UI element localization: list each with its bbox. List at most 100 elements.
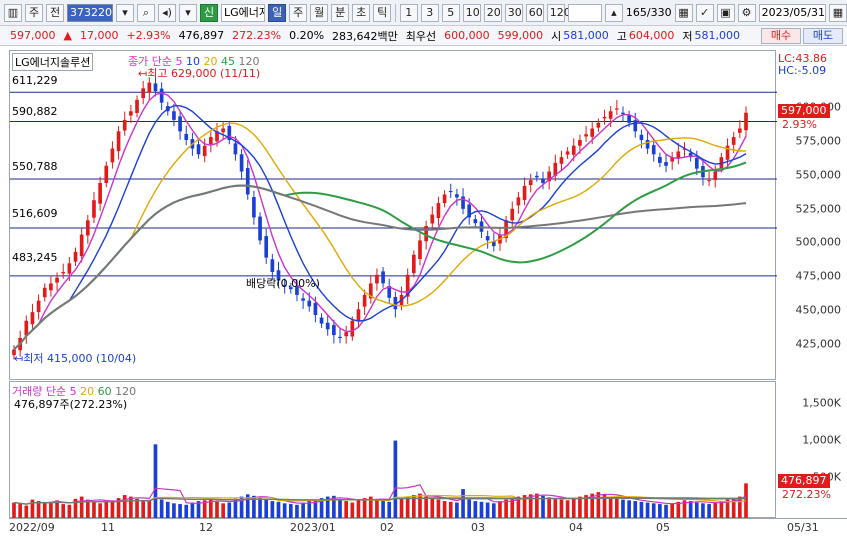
volume-bar bbox=[135, 498, 139, 519]
candle-body bbox=[178, 116, 182, 132]
candle-body bbox=[418, 240, 422, 260]
grid-icon[interactable]: ▦ bbox=[674, 3, 693, 22]
volume-bar bbox=[375, 499, 379, 519]
current-price-pct: 2.93% bbox=[782, 118, 817, 131]
period-120[interactable]: 120 bbox=[546, 3, 571, 22]
volume-bar bbox=[227, 502, 232, 519]
y-tick: 525,000 bbox=[795, 202, 842, 216]
high-label: 고 bbox=[616, 29, 627, 43]
volume-bar bbox=[215, 501, 219, 519]
separator bbox=[395, 3, 396, 22]
price-chart-pane[interactable]: LG에너지솔루션 종가 단순 5 10 20 45 120 ↤최고 629,00… bbox=[9, 50, 777, 380]
period-10[interactable]: 10 bbox=[462, 3, 481, 22]
save-icon[interactable]: ▣ bbox=[716, 3, 735, 22]
tab-minute[interactable]: 분 bbox=[331, 3, 350, 22]
volume-bar bbox=[670, 503, 675, 519]
volume-bar bbox=[658, 504, 662, 519]
low-label: 저 bbox=[682, 29, 693, 43]
date-input[interactable]: 2023/05/31 bbox=[758, 3, 826, 22]
volume-bar bbox=[159, 499, 164, 519]
candle-body bbox=[375, 274, 379, 284]
candle-body bbox=[602, 117, 607, 119]
volume-bar bbox=[430, 498, 435, 519]
sell-button[interactable]: 매도 bbox=[803, 28, 843, 44]
tab-sin[interactable]: 신 bbox=[200, 3, 218, 22]
volume-bar bbox=[67, 504, 72, 519]
best-ask: 600,000 bbox=[444, 29, 490, 42]
candle-body bbox=[627, 114, 631, 123]
volume-bar bbox=[713, 502, 718, 519]
volume-tag-pct: 272.23% bbox=[782, 488, 831, 501]
tab-week[interactable]: 주 bbox=[289, 3, 308, 22]
candle-body bbox=[362, 294, 367, 307]
candle-body bbox=[633, 120, 638, 132]
period-20[interactable]: 20 bbox=[483, 3, 502, 22]
tab-day[interactable]: 일 bbox=[268, 3, 287, 22]
market-jeon-button[interactable]: 전 bbox=[46, 3, 64, 22]
period-1[interactable]: 1 bbox=[399, 3, 418, 22]
tab-month[interactable]: 월 bbox=[310, 3, 329, 22]
calendar-icon[interactable]: ▦ bbox=[829, 3, 847, 22]
arrow-icon[interactable]: ▾ bbox=[179, 3, 197, 22]
y-tick: 425,000 bbox=[795, 337, 842, 351]
tab-tick[interactable]: 틱 bbox=[373, 3, 392, 22]
volume-bar bbox=[387, 501, 392, 519]
candle-body bbox=[36, 300, 41, 313]
volume-bar bbox=[541, 495, 545, 519]
candle-body bbox=[141, 88, 146, 99]
volume-bar bbox=[504, 499, 508, 519]
volume-bar bbox=[178, 504, 182, 519]
volume-bar bbox=[485, 502, 490, 519]
sound-icon[interactable]: ◂) bbox=[158, 3, 176, 22]
candle-body bbox=[571, 145, 576, 155]
candle-body bbox=[528, 180, 533, 186]
x-tick: 02 bbox=[380, 521, 394, 534]
volume-bar bbox=[104, 501, 109, 519]
period-30[interactable]: 30 bbox=[504, 3, 523, 22]
hline-label-4: 516,609 bbox=[12, 207, 58, 220]
volume-bar bbox=[61, 504, 66, 519]
buy-button[interactable]: 매수 bbox=[761, 28, 801, 44]
hline-label-5: 483,245 bbox=[12, 251, 58, 264]
volume-bar bbox=[153, 444, 158, 519]
candle-body bbox=[590, 128, 595, 137]
candle-body bbox=[319, 317, 324, 324]
x-axis: 2022/09 11 12 2023/01 02 03 04 05 05/31 bbox=[9, 518, 847, 543]
volume-bar bbox=[221, 503, 225, 519]
stock-title-label: LG에너지솔루션 bbox=[12, 53, 94, 71]
volume-bar bbox=[442, 501, 447, 519]
candle-body bbox=[707, 180, 711, 182]
candle-body bbox=[436, 203, 441, 219]
volume-bar bbox=[498, 501, 502, 519]
period-60[interactable]: 60 bbox=[525, 3, 544, 22]
period-input[interactable] bbox=[567, 3, 602, 22]
check-icon[interactable]: ✓ bbox=[695, 3, 714, 22]
gear-icon[interactable]: ⚙ bbox=[737, 3, 756, 22]
code-dropdown-icon[interactable]: ▾ bbox=[116, 3, 134, 22]
hline-label-3: 550,788 bbox=[12, 160, 58, 173]
period-5[interactable]: 5 bbox=[441, 3, 460, 22]
vol-y-tick: 1,500K bbox=[802, 396, 841, 410]
candle-body bbox=[61, 271, 66, 274]
period-3[interactable]: 3 bbox=[420, 3, 439, 22]
tab-second[interactable]: 초 bbox=[352, 3, 371, 22]
candle-body bbox=[448, 191, 453, 193]
stock-code-input[interactable]: 373220 bbox=[67, 3, 113, 22]
volume-bar bbox=[701, 503, 705, 519]
volume-tag: 476,897 bbox=[778, 474, 830, 488]
volume-bar bbox=[258, 498, 262, 519]
volume-bar bbox=[12, 502, 16, 519]
candle-body bbox=[202, 145, 207, 157]
candle-body bbox=[455, 194, 459, 198]
volume-bar bbox=[651, 503, 656, 519]
x-tick: 11 bbox=[101, 521, 115, 534]
period-spin-icon[interactable]: ▴ bbox=[604, 3, 623, 22]
volume-bar bbox=[664, 504, 668, 519]
volume-bar bbox=[479, 501, 484, 519]
search-icon[interactable]: ⌕ bbox=[137, 3, 155, 22]
market-ju-select[interactable]: 주▾ bbox=[25, 3, 43, 35]
volume-chart-pane[interactable]: 거래량 단순 5 20 60 120 476,897주(272.23%) bbox=[9, 381, 776, 519]
chart-menu-icon[interactable]: ▥ bbox=[4, 3, 22, 22]
candle-body bbox=[252, 197, 256, 218]
price-chart-svg bbox=[10, 75, 777, 360]
